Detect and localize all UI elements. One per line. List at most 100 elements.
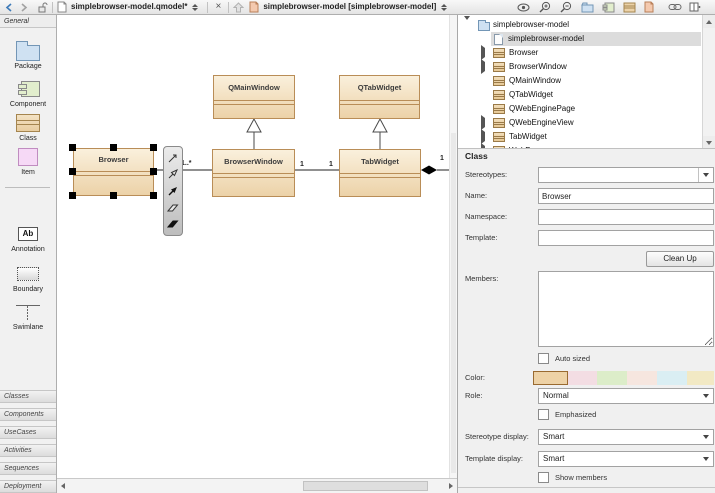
tool-annotation[interactable]: Ab Annotation	[0, 223, 56, 253]
tree-row-class[interactable]: WebPage	[458, 144, 702, 149]
lock-open-icon[interactable]	[37, 1, 48, 14]
selection-handle[interactable]	[110, 192, 117, 199]
selection-handle[interactable]	[69, 168, 76, 175]
palette-section-general[interactable]: General	[0, 15, 56, 28]
relation-composition-icon[interactable]	[167, 218, 179, 230]
color-swatch[interactable]	[568, 371, 597, 385]
show-members-checkbox[interactable]	[538, 472, 549, 483]
selection-handle[interactable]	[150, 192, 157, 199]
canvas-vertical-scrollbar[interactable]	[449, 15, 457, 478]
uml-class-browserwindow[interactable]: BrowserWindow	[212, 149, 295, 197]
selection-handle[interactable]	[69, 144, 76, 151]
scroll-down-icon[interactable]	[703, 136, 715, 149]
members-field[interactable]	[538, 271, 714, 347]
zoom-out-icon[interactable]	[560, 1, 572, 14]
zoom-in-icon[interactable]	[539, 1, 551, 14]
relation-aggregation-icon[interactable]	[167, 202, 179, 214]
document-selector-icon[interactable]	[192, 4, 198, 11]
name-field[interactable]	[538, 188, 714, 204]
tree-row-root[interactable]: simplebrowser-model	[458, 18, 702, 32]
expander-closed-icon[interactable]	[479, 49, 487, 57]
selection-handle[interactable]	[150, 144, 157, 151]
expander-closed-icon[interactable]	[479, 119, 487, 127]
split-editor-icon[interactable]	[689, 1, 701, 14]
add-component-icon[interactable]	[602, 1, 615, 14]
add-package-icon[interactable]	[581, 1, 594, 14]
scrollbar-thumb[interactable]	[303, 481, 428, 491]
tree-row-diagram[interactable]: simplebrowser-model	[458, 32, 702, 46]
template-field[interactable]	[538, 230, 714, 246]
selection-handle[interactable]	[110, 144, 117, 151]
back-icon[interactable]	[5, 1, 13, 14]
color-swatch[interactable]	[657, 371, 687, 385]
uml-class-browser[interactable]: Browser	[73, 148, 154, 196]
class-icon	[493, 48, 505, 58]
relation-dependency-icon[interactable]	[167, 152, 179, 164]
color-swatch-strip	[533, 371, 714, 385]
uml-class-tabwidget[interactable]: TabWidget	[339, 149, 421, 197]
role-dropdown[interactable]: Normal	[538, 388, 714, 404]
uml-class-qtabwidget[interactable]: QTabWidget	[339, 75, 420, 119]
diagram-selector-icon[interactable]	[441, 4, 447, 11]
tool-component[interactable]: Component	[0, 78, 56, 108]
tool-boundary[interactable]: Boundary	[0, 263, 56, 293]
chevron-down-icon[interactable]	[698, 168, 713, 182]
selection-handle[interactable]	[69, 192, 76, 199]
color-swatch-selected[interactable]	[533, 371, 568, 385]
color-swatch[interactable]	[627, 371, 657, 385]
diagram-selector-title[interactable]: simplebrowser-model [simplebrowser-model…	[263, 3, 436, 11]
tool-class[interactable]: Class	[0, 112, 56, 142]
expander-closed-icon[interactable]	[479, 133, 487, 141]
go-up-icon[interactable]	[233, 1, 244, 14]
tree-row-class[interactable]: TabWidget	[458, 130, 702, 144]
tool-item[interactable]: Item	[0, 146, 56, 176]
scrollbar-thumb[interactable]	[451, 133, 456, 473]
tree-row-class[interactable]: QWebEngineView	[458, 116, 702, 130]
scroll-right-icon[interactable]	[445, 479, 457, 493]
add-canvas-diagram-icon[interactable]	[644, 1, 654, 14]
palette-section-activities[interactable]: Activities	[0, 444, 56, 457]
tree-row-class[interactable]: QTabWidget	[458, 88, 702, 102]
add-class-icon[interactable]	[623, 1, 636, 14]
scroll-left-icon[interactable]	[57, 479, 69, 493]
template-display-dropdown[interactable]: Smart	[538, 451, 714, 467]
model-tree[interactable]: simplebrowser-model simplebrowser-model …	[458, 15, 715, 149]
expander-closed-icon[interactable]	[479, 147, 487, 149]
tree-row-class[interactable]: QWebEnginePage	[458, 102, 702, 116]
stereotypes-combobox[interactable]	[538, 167, 714, 183]
relation-association-icon[interactable]	[167, 185, 179, 197]
tool-swimlane[interactable]: Swimlane	[0, 301, 56, 331]
palette-section-components[interactable]: Components	[0, 408, 56, 421]
stereotype-display-dropdown[interactable]: Smart	[538, 429, 714, 445]
selection-handle[interactable]	[150, 168, 157, 175]
diagram-canvas[interactable]: QMainWindow QTabWidget Browser BrowserWi…	[57, 15, 457, 478]
namespace-field[interactable]	[538, 209, 714, 225]
editor-toolbar: simplebrowser-model.qmodel* × simplebrow…	[0, 0, 715, 15]
relation-inheritance-icon[interactable]	[167, 168, 179, 180]
link-sync-icon[interactable]	[668, 1, 682, 14]
tree-row-class[interactable]: QMainWindow	[458, 74, 702, 88]
expander-open-icon[interactable]	[463, 21, 471, 29]
palette-section-usecases[interactable]: UseCases	[0, 426, 56, 439]
palette-section-classes[interactable]: Classes	[0, 390, 56, 403]
chevron-down-icon	[698, 389, 713, 403]
tree-scrollbar[interactable]	[702, 15, 715, 149]
scroll-up-icon[interactable]	[703, 15, 715, 28]
tree-row-class[interactable]: Browser	[458, 46, 702, 60]
tree-row-class[interactable]: BrowserWindow	[458, 60, 702, 74]
close-document-icon[interactable]: ×	[215, 2, 221, 12]
palette-section-deployment[interactable]: Deployment	[0, 480, 56, 493]
forward-icon[interactable]	[20, 1, 28, 14]
visibility-eye-icon[interactable]	[517, 1, 530, 14]
uml-class-qmainwindow[interactable]: QMainWindow	[213, 75, 295, 119]
clean-up-button[interactable]: Clean Up	[646, 251, 714, 267]
canvas-horizontal-scrollbar[interactable]	[57, 478, 457, 493]
tool-package[interactable]: Package	[0, 40, 56, 70]
color-swatch[interactable]	[597, 371, 627, 385]
palette-section-sequences[interactable]: Sequences	[0, 462, 56, 475]
color-swatch[interactable]	[687, 371, 714, 385]
auto-sized-checkbox[interactable]	[538, 353, 549, 364]
expander-closed-icon[interactable]	[479, 63, 487, 71]
emphasized-checkbox[interactable]	[538, 409, 549, 420]
open-document-title[interactable]: simplebrowser-model.qmodel*	[71, 3, 187, 11]
